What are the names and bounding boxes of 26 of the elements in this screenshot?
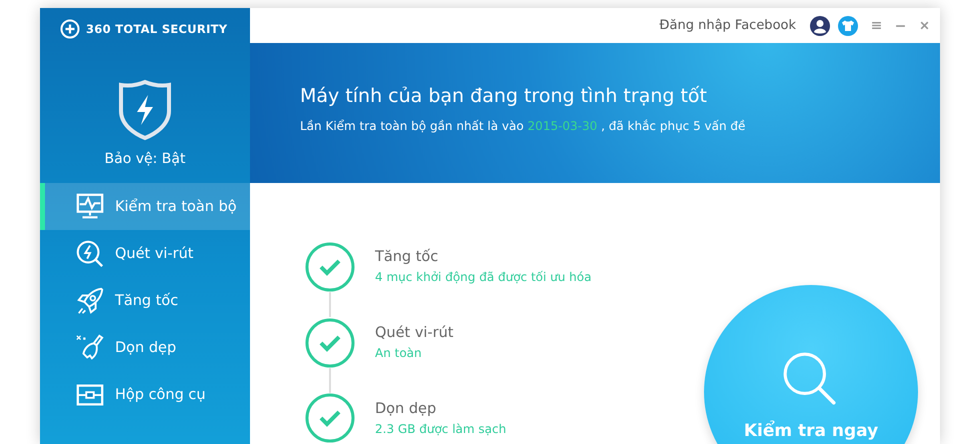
- sidebar-item[interactable]: Hộp công cụ: [40, 371, 250, 418]
- rocket-icon: [75, 286, 105, 316]
- shirt-icon[interactable]: [838, 16, 858, 36]
- check-title: Quét vi-rút: [375, 325, 454, 342]
- last-scan-summary: Lần Kiểm tra toàn bộ gần nhất là vào 2015-03-30 , đã khắc phục 5 vấn đề: [300, 119, 746, 133]
- check-detail: 2.3 GB được làm sạch: [375, 422, 506, 436]
- check-detail: An toàn: [375, 346, 423, 360]
- check-detail: 4 mục khởi động đã được tối ưu hóa: [375, 270, 592, 284]
- logo-icon: [60, 19, 80, 39]
- sidebar-item[interactable]: Kiểm tra toàn bộ: [40, 183, 250, 230]
- status-title: Máy tính của bạn đang trong tình trạng tốt: [300, 85, 708, 107]
- facebook-login-link[interactable]: Đăng nhập Facebook: [659, 18, 796, 33]
- scan-now-button[interactable]: Kiểm tra ngay: [704, 285, 918, 444]
- check-title: Dọn dẹp: [375, 400, 438, 417]
- check-title: Tăng tốc: [375, 249, 440, 266]
- broom-icon: [75, 332, 105, 362]
- user-avatar-icon[interactable]: [810, 16, 830, 36]
- sidebar-item[interactable]: Dọn dẹp: [40, 324, 250, 371]
- sidebar-item[interactable]: Tăng tốc: [40, 277, 250, 324]
- protection-status: Bảo vệ: Bật: [104, 151, 186, 167]
- lightning-magnifier-icon: [75, 238, 105, 268]
- menu-icon[interactable]: [871, 20, 882, 31]
- close-icon[interactable]: [919, 20, 930, 31]
- monitor-icon: [75, 192, 105, 222]
- app-logo: 360 TOTAL SECURITY: [86, 22, 228, 36]
- sidebar-item[interactable]: Quét vi-rút: [40, 230, 250, 277]
